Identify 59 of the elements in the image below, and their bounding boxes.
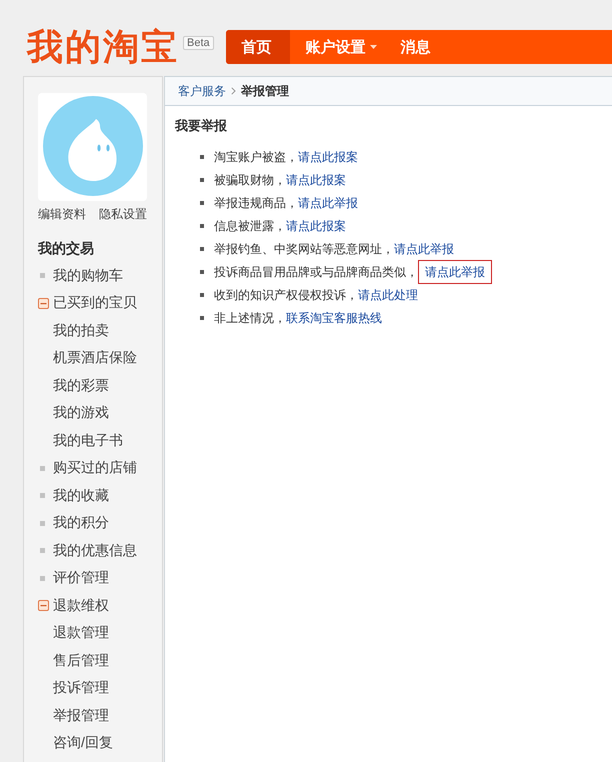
report-link[interactable]: 请点此举报 (394, 242, 454, 256)
sidebar-item[interactable]: 购买过的店铺 (53, 459, 137, 478)
bullet-icon (200, 316, 204, 320)
sidebar-subitem[interactable]: 退款管理 (53, 624, 109, 642)
section-title: 我的交易 (38, 239, 94, 258)
report-link[interactable]: 请点此处理 (358, 288, 418, 302)
avatar-icon (38, 93, 147, 201)
sidebar-subitem[interactable]: 我的拍卖 (53, 322, 109, 340)
sidebar-subitem[interactable]: 机票酒店保险 (53, 349, 137, 368)
report-item-text: 被骗取财物，请点此报案 (214, 172, 346, 186)
sidebar-item[interactable]: 我的积分 (53, 514, 109, 532)
report-item-text: 举报钓鱼、中奖网站等恶意网址，请点此举报 (214, 242, 454, 256)
sidebar-item[interactable]: 我的收藏 (53, 486, 109, 505)
sidebar-subitem[interactable]: 我的电子书 (53, 432, 123, 450)
bullet-icon (40, 466, 45, 471)
report-link[interactable]: 请点此报案 (286, 218, 346, 232)
sidebar-subitem[interactable]: 我的游戏 (53, 404, 109, 422)
report-item-text: 举报违规商品，请点此举报 (214, 196, 358, 210)
bullet-icon (200, 292, 204, 296)
breadcrumb-current-page: 举报管理 (241, 82, 289, 100)
report-link[interactable]: 请点此报案 (298, 150, 358, 164)
bullet-icon (200, 270, 204, 274)
bullet-icon (200, 154, 204, 158)
bullet-icon (40, 520, 45, 526)
report-link[interactable]: 请点此举报 (298, 196, 358, 210)
report-item-text: 非上述情况，联系淘宝客服热线 (214, 310, 382, 324)
sidebar-subitem[interactable]: 投诉管理 (53, 679, 109, 698)
bullet-icon (40, 548, 45, 554)
bullet-icon (40, 273, 45, 278)
sidebar-item[interactable]: 退款维权 (53, 596, 109, 615)
minus-box-icon[interactable] (38, 600, 49, 612)
bullet-icon (200, 246, 204, 250)
sidebar-item[interactable]: 我的购物车 (53, 266, 123, 285)
report-link[interactable]: 请点此报案 (286, 172, 346, 186)
sidebar-subitem[interactable]: 咨询/回复 (53, 734, 113, 752)
sidebar-subitem[interactable]: 举报管理 (53, 706, 109, 725)
sidebar-item[interactable]: 评价管理 (53, 569, 109, 588)
bullet-icon (200, 224, 204, 228)
beta-badge: Beta (183, 36, 214, 50)
bullet-icon (200, 178, 204, 182)
report-link[interactable]: 联系淘宝客服热线 (286, 310, 382, 324)
minus-box-icon[interactable] (38, 298, 49, 309)
bullet-icon (200, 200, 204, 204)
sidebar-item[interactable]: 已买到的宝贝 (53, 294, 137, 312)
report-item-text: 淘宝账户被盗，请点此报案 (214, 150, 358, 164)
bullet-icon (40, 576, 45, 581)
sidebar-subitem[interactable]: 售后管理 (53, 652, 109, 670)
report-link[interactable]: 请点此举报 (418, 260, 492, 284)
chevron-right-icon (231, 87, 236, 95)
sidebar-subitem[interactable]: 我的彩票 (53, 376, 109, 395)
profile-link[interactable]: 隐私设置 (99, 207, 147, 221)
sidebar-item[interactable]: 我的优惠信息 (53, 542, 137, 560)
profile-link[interactable]: 编辑资料 (38, 207, 86, 221)
section-heading: 我要举报 (175, 117, 227, 135)
bullet-icon (40, 493, 45, 498)
report-item-text: 收到的知识产权侵权投诉，请点此处理 (214, 288, 418, 302)
breadcrumb-link[interactable]: 客户服务 (178, 82, 226, 100)
report-item-text: 信息被泄露，请点此报案 (214, 218, 346, 232)
nav-tab[interactable]: 首页 (226, 30, 290, 64)
